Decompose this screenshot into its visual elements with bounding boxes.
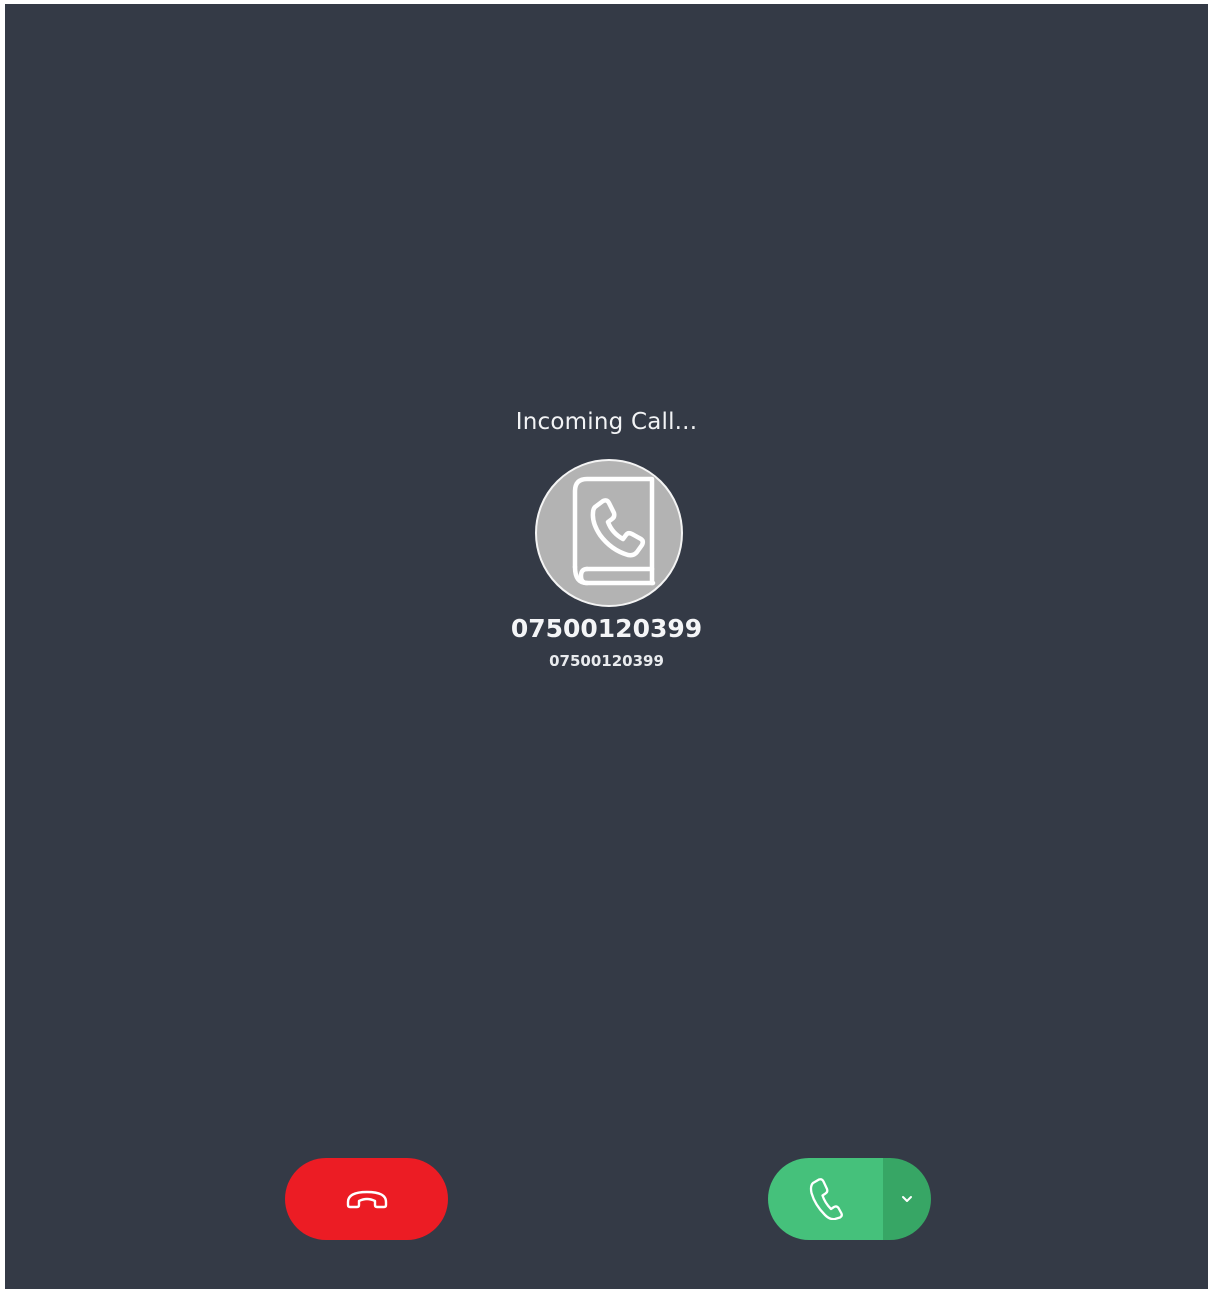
phonebook-icon xyxy=(572,476,656,586)
call-screen: Incoming Call... 07500120399 07500120399 xyxy=(5,4,1208,1289)
caller-name: 07500120399 xyxy=(510,614,703,643)
call-status-text: Incoming Call... xyxy=(515,409,698,435)
decline-call-button[interactable] xyxy=(285,1158,448,1240)
answer-call-group xyxy=(768,1158,931,1240)
phone-icon xyxy=(809,1178,843,1220)
answer-call-button[interactable] xyxy=(768,1158,883,1240)
caller-number: 07500120399 xyxy=(549,652,664,670)
hang-up-icon xyxy=(346,1190,387,1209)
answer-options-dropdown[interactable] xyxy=(883,1158,931,1240)
caller-avatar xyxy=(535,459,683,607)
chevron-down-icon xyxy=(902,1196,912,1202)
